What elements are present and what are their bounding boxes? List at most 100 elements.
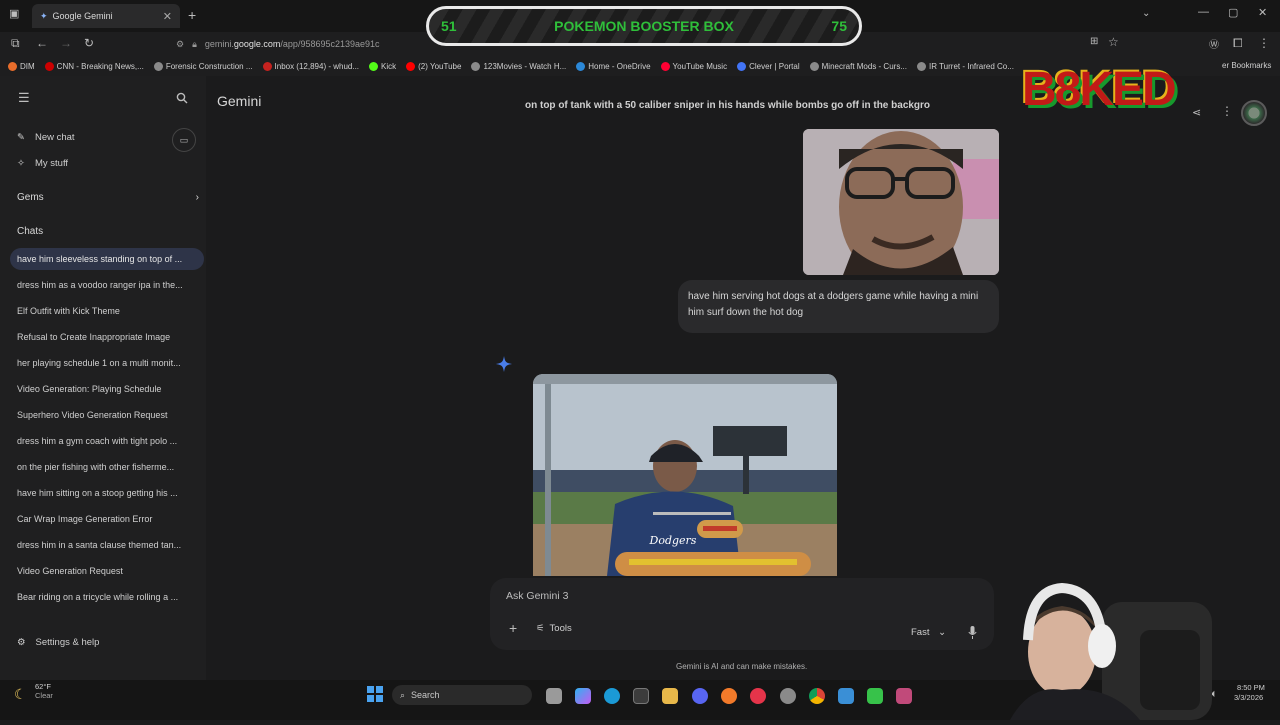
- bookmark-label: CNN - Breaking News,...: [56, 61, 144, 71]
- search-icon[interactable]: [176, 92, 188, 107]
- bookmark-item[interactable]: (2) YouTube: [406, 61, 461, 71]
- maximize-icon[interactable]: ▢: [1228, 6, 1238, 19]
- browser-menu-icon[interactable]: ⋮: [1258, 36, 1270, 50]
- close-tab-icon[interactable]: ✕: [163, 10, 172, 23]
- mode-selector[interactable]: Fast ⌄: [911, 627, 946, 638]
- media-player-icon[interactable]: [750, 688, 766, 704]
- chat-item[interactable]: Video Generation: Playing Schedule: [17, 384, 200, 394]
- tools-icon: ⚟: [536, 623, 545, 634]
- bookmark-item[interactable]: Minecraft Mods - Curs...: [809, 61, 907, 71]
- uploaded-photo[interactable]: [803, 129, 999, 275]
- play-app-icon[interactable]: [867, 688, 883, 704]
- lock-icon: 🔒︎: [192, 38, 197, 49]
- bookmark-item[interactable]: Home - OneDrive: [576, 61, 651, 71]
- edge-icon[interactable]: [604, 688, 620, 704]
- bookmark-item[interactable]: Clever | Portal: [737, 61, 800, 71]
- prompt-input[interactable]: Ask Gemini 3: [506, 590, 568, 602]
- add-attachment-icon[interactable]: +: [509, 620, 517, 636]
- prompt-input-box[interactable]: Ask Gemini 3 + ⚟ Tools Fast ⌄: [490, 578, 994, 650]
- temporary-chat-icon[interactable]: ▭: [172, 128, 196, 152]
- tab-title: Google Gemini: [52, 11, 113, 21]
- bookmark-item[interactable]: DIM: [8, 61, 35, 71]
- gems-section[interactable]: Gems ›: [17, 192, 199, 203]
- tab-gemini[interactable]: ✦ Google Gemini ✕: [32, 4, 180, 28]
- url-host: google.com: [233, 39, 281, 49]
- new-tab-icon[interactable]: +: [188, 7, 196, 23]
- start-windows-icon[interactable]: [367, 686, 383, 707]
- chat-item[interactable]: Video Generation Request: [17, 566, 200, 576]
- settings-help-button[interactable]: ⚙ Settings & help: [17, 637, 99, 648]
- bookmark-item[interactable]: YouTube Music: [660, 61, 728, 71]
- overlay-banner-title: POKEMON BOOSTER BOX: [554, 18, 734, 34]
- profile-w-icon[interactable]: Ⓦ: [1209, 36, 1219, 51]
- chat-item[interactable]: dress him a gym coach with tight polo ..…: [17, 436, 200, 446]
- bookmark-star-icon[interactable]: ☆: [1108, 35, 1119, 49]
- bookmark-label: 123Movies - Watch H...: [483, 61, 567, 71]
- sidebar: ☰ ✎ New chat ▭ ✧ My stuff Gems › Chats hav…: [0, 76, 206, 680]
- chat-item[interactable]: on the pier fishing with other fisherme.…: [17, 462, 200, 472]
- tab-actions-icon[interactable]: ▣: [9, 7, 19, 20]
- task-view-icon[interactable]: [546, 688, 562, 704]
- generated-image[interactable]: Dodgers: [533, 374, 837, 576]
- page-title[interactable]: Gemini: [217, 93, 261, 109]
- store-icon[interactable]: [633, 688, 649, 704]
- file-explorer-icon[interactable]: [662, 688, 678, 704]
- url-prefix: gemini.: [204, 39, 234, 49]
- site-settings-icon[interactable]: ⚙: [176, 39, 184, 50]
- bookmark-item[interactable]: Kick: [369, 61, 396, 71]
- chat-item[interactable]: dress him as a voodoo ranger ipa in the.…: [17, 280, 200, 290]
- chat-item-active[interactable]: have him sleeveless standing on top of .…: [10, 248, 204, 270]
- bookmark-label: Home - OneDrive: [588, 61, 651, 71]
- copilot-icon[interactable]: [575, 688, 591, 704]
- photos-icon[interactable]: [838, 688, 854, 704]
- chat-item[interactable]: dress him in a santa clause themed tan..…: [17, 540, 200, 550]
- jersey-text: Dodgers: [649, 534, 697, 547]
- chat-item[interactable]: Car Wrap Image Generation Error: [17, 514, 200, 524]
- chevron-right-icon: ›: [195, 192, 199, 203]
- tab-search-chevron-icon[interactable]: ⌄: [1142, 8, 1150, 19]
- firefox-icon[interactable]: [721, 688, 737, 704]
- back-icon[interactable]: ←: [36, 36, 48, 50]
- more-options-icon[interactable]: ⋮: [1221, 104, 1233, 118]
- snipping-tool-icon[interactable]: [896, 688, 912, 704]
- forward-icon[interactable]: →: [60, 36, 72, 50]
- user-message: have him serving hot dogs at a dodgers g…: [678, 280, 999, 333]
- bookmark-label: Clever | Portal: [749, 61, 800, 71]
- chat-item[interactable]: have him sitting on a stoop getting his …: [17, 488, 200, 498]
- microphone-icon[interactable]: [968, 626, 977, 642]
- bookmark-item[interactable]: Inbox (12,894) - whud...: [262, 61, 359, 71]
- chat-item[interactable]: Bear riding on a tricycle while rolling …: [17, 592, 200, 602]
- bookmark-favicon-icon: [406, 61, 416, 71]
- chat-item[interactable]: Elf Outfit with Kick Theme: [17, 306, 200, 316]
- tools-button[interactable]: ⚟ Tools: [536, 623, 572, 634]
- close-window-icon[interactable]: ✕: [1258, 6, 1267, 19]
- my-stuff-button[interactable]: ✧ My stuff: [17, 158, 68, 169]
- bookmark-item[interactable]: CNN - Breaking News,...: [44, 61, 144, 71]
- chrome-icon[interactable]: [809, 688, 825, 704]
- new-chat-button[interactable]: ✎ New chat: [17, 132, 75, 143]
- bookmark-favicon-icon: [917, 61, 926, 71]
- bookmark-item[interactable]: IR Turret - Infrared Co...: [917, 61, 1014, 71]
- settings-app-icon[interactable]: [780, 688, 796, 704]
- workspaces-icon[interactable]: ⧉: [11, 36, 20, 51]
- reload-icon[interactable]: ↻: [84, 36, 94, 50]
- bookmark-item[interactable]: 123Movies - Watch H...: [471, 61, 567, 71]
- bookmark-label: YouTube Music: [672, 61, 728, 71]
- search-icon: ⌕: [400, 689, 406, 700]
- install-app-icon[interactable]: ⊞: [1090, 36, 1098, 47]
- bookmark-item[interactable]: Forensic Construction ...: [153, 61, 253, 71]
- overlay-left-number: 51: [441, 18, 457, 34]
- avatar[interactable]: [1241, 100, 1267, 126]
- bookmark-favicon-icon: [262, 61, 272, 71]
- other-bookmarks[interactable]: er Bookmarks: [1222, 61, 1271, 70]
- main-menu-icon[interactable]: ☰: [18, 90, 30, 106]
- discord-icon[interactable]: [692, 688, 708, 704]
- chat-item[interactable]: her playing schedule 1 on a multi monit.…: [17, 358, 200, 368]
- chat-item[interactable]: Refusal to Create Inappropriate Image: [17, 332, 200, 342]
- chat-item[interactable]: Superhero Video Generation Request: [17, 410, 200, 420]
- extensions-icon[interactable]: ⧠: [1233, 36, 1243, 51]
- streamer-logo: B8KED: [1022, 63, 1177, 116]
- minimize-icon[interactable]: —: [1198, 6, 1209, 18]
- weather-moon-icon[interactable]: ☾: [14, 686, 27, 703]
- taskbar-search[interactable]: ⌕ Search: [392, 685, 532, 705]
